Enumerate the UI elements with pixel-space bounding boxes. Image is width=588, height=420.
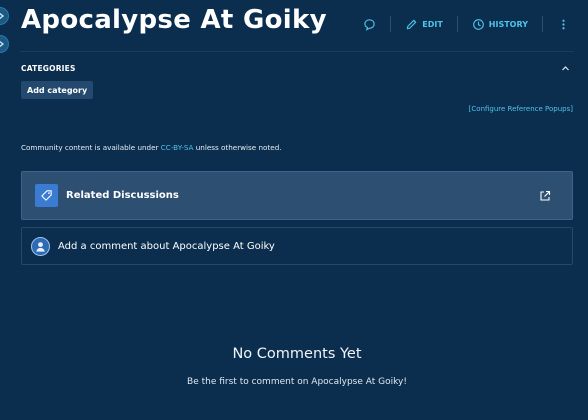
rail-expand-button-top[interactable] (0, 7, 9, 25)
license-notice: Community content is available under CC-… (21, 143, 282, 152)
clock-icon (472, 18, 484, 30)
speech-bubble-icon (364, 18, 375, 31)
add-comment-box[interactable]: Add a comment about Apocalypse At Goiky (21, 227, 573, 265)
external-link-icon[interactable] (539, 190, 551, 202)
tag-icon (41, 190, 52, 201)
history-label: HISTORY (488, 19, 528, 29)
edit-button[interactable]: EDIT (405, 18, 443, 31)
talk-button[interactable] (363, 18, 376, 31)
related-discussions-label: Related Discussions (66, 190, 179, 201)
license-link[interactable]: CC-BY-SA (161, 143, 194, 152)
empty-state-subtitle: Be the first to comment on Apocalypse At… (187, 377, 407, 387)
header-divider (20, 51, 574, 52)
page-actions: EDIT HISTORY (349, 16, 570, 32)
action-divider (542, 16, 543, 32)
chevron-up-icon[interactable] (561, 64, 570, 73)
chevron-right-icon (0, 40, 5, 48)
page-title: Apocalypse At Goiky (21, 5, 327, 35)
pencil-icon (406, 19, 417, 29)
categories-heading: CATEGORIES (21, 64, 76, 73)
configure-reference-popups-link[interactable]: [Configure Reference Popups] (469, 105, 573, 113)
related-discussions-panel[interactable]: Related Discussions (21, 171, 573, 220)
license-prefix: Community content is available under (21, 143, 161, 152)
edit-label: EDIT (422, 19, 443, 29)
empty-state-title: No Comments Yet (232, 346, 362, 362)
rail-expand-button-bottom[interactable] (0, 35, 9, 53)
user-avatar-icon (36, 241, 45, 252)
avatar (31, 236, 50, 256)
license-suffix: unless otherwise noted. (193, 143, 282, 152)
action-divider (456, 16, 458, 32)
more-actions-button[interactable] (557, 18, 570, 31)
chevron-right-icon (0, 12, 5, 20)
add-comment-prompt: Add a comment about Apocalypse At Goiky (58, 240, 275, 252)
history-button[interactable]: HISTORY (472, 18, 528, 31)
action-divider (390, 16, 392, 32)
vertical-dots-icon (562, 19, 565, 29)
add-category-button[interactable]: Add category (21, 81, 94, 99)
tag-icon-box (35, 184, 58, 207)
